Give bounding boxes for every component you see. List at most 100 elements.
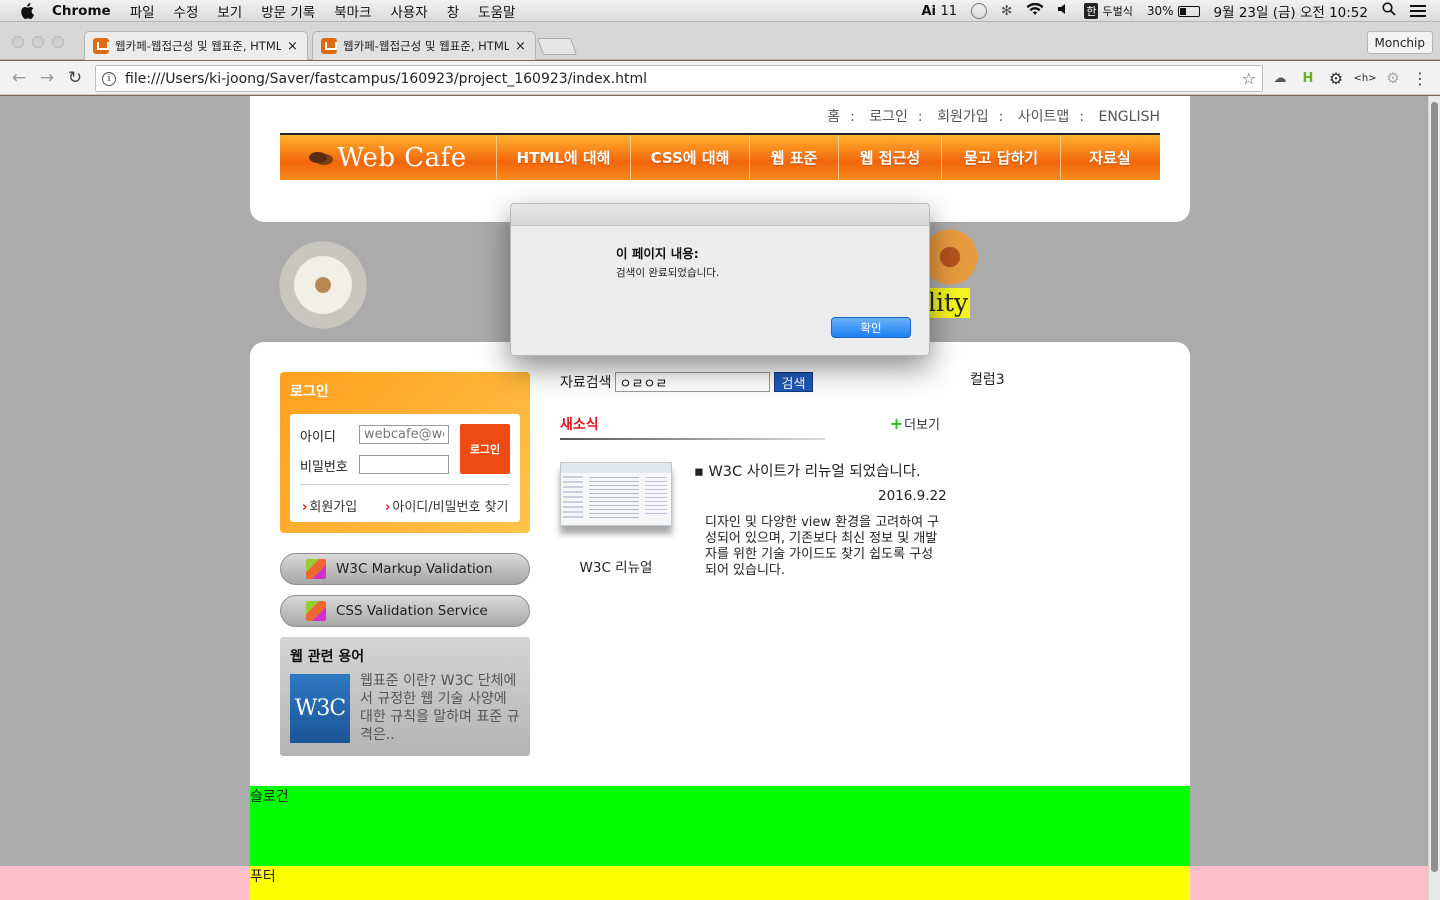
plus-icon: + bbox=[889, 414, 904, 433]
battery-icon[interactable] bbox=[1177, 5, 1200, 17]
util-link-sitemap[interactable]: 사이트맵 bbox=[1018, 109, 1070, 125]
reload-icon[interactable]: ↻ bbox=[65, 68, 85, 88]
util-link-english[interactable]: ENGLISH bbox=[1098, 109, 1160, 125]
chevron-right-icon: › bbox=[302, 500, 308, 515]
bluetooth-icon[interactable]: ✻ bbox=[1001, 3, 1012, 19]
chrome-menu-icon[interactable]: ⋮ bbox=[1412, 69, 1428, 88]
util-separator: : bbox=[917, 109, 923, 125]
gnb-item-html[interactable]: HTML에 대해 bbox=[497, 135, 631, 180]
news-header: 새소식 +더보기 bbox=[560, 410, 940, 440]
tab-close-icon[interactable]: × bbox=[287, 39, 299, 54]
bookmark-star-icon[interactable]: ☆ bbox=[1242, 69, 1256, 88]
menu-bookmarks[interactable]: 북마크 bbox=[334, 1, 371, 21]
gnb-item-web-standards[interactable]: 웹 표준 bbox=[750, 135, 839, 180]
apple-icon[interactable] bbox=[20, 2, 36, 19]
join-link-label: 회원가입 bbox=[309, 500, 358, 515]
gnb-item-qna[interactable]: 묻고 답하기 bbox=[942, 135, 1061, 180]
ladder-extension-icon[interactable]: H bbox=[1300, 70, 1316, 86]
page-scrollbar[interactable] bbox=[1428, 96, 1440, 900]
thumb-aside bbox=[645, 477, 667, 517]
password-input[interactable] bbox=[359, 455, 449, 474]
visual-slogan: lity bbox=[926, 288, 971, 318]
validator-label: CSS Validation Service bbox=[336, 603, 488, 619]
news-item-description: 디자인 및 다양한 view 환경을 고려하여 구성되어 있으며, 기존보다 최… bbox=[705, 515, 940, 578]
new-tab-button[interactable] bbox=[536, 38, 578, 55]
news-item-date: 2016.9.22 bbox=[878, 488, 947, 504]
browser-tab-active[interactable]: 웹카페-웹접근성 및 웹표준, HTML5 × bbox=[84, 31, 308, 60]
news-item-title[interactable]: ▪ W3C 사이트가 리뉴얼 되었습니다. bbox=[694, 460, 921, 481]
password-label: 비밀번호 bbox=[300, 460, 348, 475]
login-form: 아이디 비밀번호 로그인 ›회원가입 ›아이디/비밀번호 찾기 bbox=[290, 414, 520, 522]
macos-menubar: Chrome 파일 수정 보기 방문 기록 북마크 사용자 창 도움말 Ai 1… bbox=[0, 0, 1440, 22]
url-text[interactable]: file:///Users/ki-joong/Saver/fastcampus/… bbox=[125, 71, 647, 87]
alert-title: 이 페이지 내용: bbox=[616, 246, 699, 261]
back-arrow-icon[interactable]: ← bbox=[9, 68, 29, 88]
util-link-login[interactable]: 로그인 bbox=[869, 109, 908, 125]
window-minimize-button[interactable] bbox=[32, 36, 44, 48]
join-link[interactable]: › 회원가입 bbox=[302, 496, 357, 515]
menu-help[interactable]: 도움말 bbox=[478, 1, 515, 21]
find-account-label: 아이디/비밀번호 찾기 bbox=[392, 500, 509, 515]
login-divider bbox=[300, 484, 510, 485]
profile-button[interactable]: Monchip bbox=[1366, 31, 1433, 54]
battery-percent: 30% bbox=[1146, 4, 1174, 18]
gnb-item-css[interactable]: CSS에 대해 bbox=[631, 135, 750, 180]
clock[interactable]: 9월 23일 (금) 오전 10:52 bbox=[1214, 1, 1368, 21]
news-thumbnail[interactable] bbox=[560, 462, 672, 526]
settings-gear-icon[interactable]: ⚙ bbox=[1328, 69, 1344, 88]
input-source-label: 두벌식 bbox=[1102, 5, 1133, 18]
window-close-button[interactable] bbox=[12, 36, 24, 48]
menu-view[interactable]: 보기 bbox=[217, 1, 242, 21]
w3c-markup-validation-button[interactable]: W3C Markup Validation bbox=[280, 553, 530, 585]
tab-close-icon[interactable]: × bbox=[515, 39, 527, 54]
cloud-extension-icon[interactable]: ☁ bbox=[1272, 70, 1288, 86]
address-bar[interactable]: i file:///Users/ki-joong/Saver/fastcampu… bbox=[95, 65, 1263, 92]
gnb-item-archive[interactable]: 자료실 bbox=[1061, 135, 1159, 180]
search-button[interactable]: 검색 bbox=[773, 372, 814, 392]
cube-icon bbox=[306, 601, 326, 621]
util-link-home[interactable]: 홈 bbox=[827, 109, 840, 125]
menu-file[interactable]: 파일 bbox=[130, 1, 155, 21]
input-source-icon[interactable]: 한 bbox=[1084, 3, 1099, 19]
column3-placeholder: 컬럼3 bbox=[970, 372, 1005, 388]
thumb-body bbox=[589, 477, 639, 521]
volume-icon[interactable] bbox=[1058, 3, 1070, 19]
alert-ok-button[interactable]: 확인 bbox=[831, 317, 911, 338]
find-account-link[interactable]: › 아이디/비밀번호 찾기 bbox=[385, 496, 509, 515]
news-item-title-text: W3C 사이트가 리뉴얼 되었습니다. bbox=[708, 464, 921, 480]
w3c-logo[interactable]: W3C bbox=[290, 674, 350, 743]
news-title: 새소식 bbox=[560, 417, 599, 433]
id-input[interactable] bbox=[359, 425, 449, 444]
more-label: 더보기 bbox=[904, 418, 940, 433]
menu-app-name[interactable]: Chrome bbox=[52, 3, 111, 19]
menu-window[interactable]: 창 bbox=[447, 1, 459, 21]
time-machine-icon[interactable] bbox=[971, 3, 988, 19]
puzzle-extension-icon[interactable]: ⚙ bbox=[1385, 69, 1401, 87]
search-input[interactable] bbox=[614, 372, 770, 392]
util-link-join[interactable]: 회원가입 bbox=[937, 109, 989, 125]
login-box: 로그인 아이디 비밀번호 로그인 ›회원가입 ›아이디/비밀번호 찾기 bbox=[280, 372, 530, 533]
notification-center-icon[interactable] bbox=[1410, 5, 1426, 17]
login-button[interactable]: 로그인 bbox=[460, 424, 510, 474]
more-link[interactable]: +더보기 bbox=[890, 414, 940, 433]
heading-extension-icon[interactable]: <h> bbox=[1352, 70, 1378, 86]
spotlight-search-icon[interactable] bbox=[1382, 2, 1396, 20]
menu-people[interactable]: 사용자 bbox=[390, 1, 427, 21]
search-label: 자료검색 bbox=[560, 375, 612, 391]
page-info-icon[interactable]: i bbox=[102, 71, 116, 86]
gnb-item-accessibility[interactable]: 웹 접근성 bbox=[839, 135, 942, 180]
menu-history[interactable]: 방문 기록 bbox=[261, 1, 315, 21]
menu-edit[interactable]: 수정 bbox=[174, 1, 199, 21]
scrollbar-thumb[interactable] bbox=[1431, 102, 1438, 872]
browser-tab-inactive[interactable]: 웹카페-웹접근성 및 웹표준, HTML5 × bbox=[312, 31, 536, 60]
tab-title: 웹카페-웹접근성 및 웹표준, HTML5 bbox=[115, 39, 281, 53]
forward-arrow-icon[interactable]: → bbox=[37, 68, 57, 88]
alert-message: 검색이 완료되었습니다. bbox=[616, 267, 720, 279]
window-zoom-button[interactable] bbox=[52, 36, 64, 48]
site-logo[interactable]: Web Cafe bbox=[280, 135, 497, 180]
webcafe-favicon bbox=[321, 38, 337, 54]
terms-description[interactable]: 웹표준 이란? W3C 단체에서 규정한 웹 기술 사양에 대한 규칙을 말하며… bbox=[360, 672, 520, 744]
wifi-icon[interactable] bbox=[1026, 2, 1044, 20]
css-validation-button[interactable]: CSS Validation Service bbox=[280, 595, 530, 627]
adobe-icon[interactable]: Ai 11 bbox=[921, 4, 957, 19]
